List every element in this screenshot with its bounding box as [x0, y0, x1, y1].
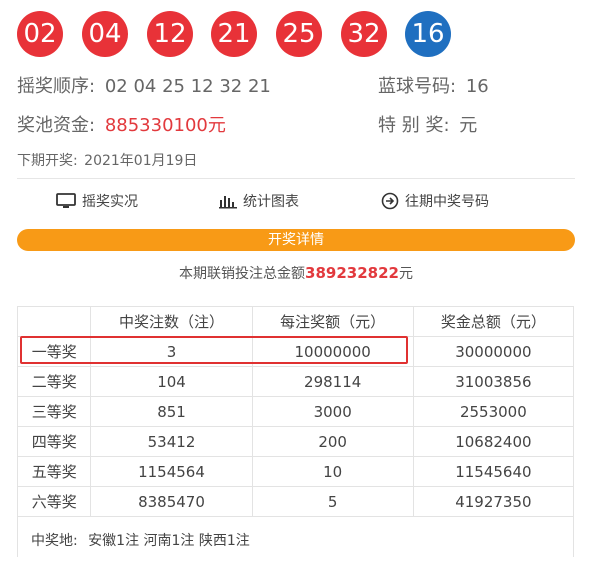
sales-label: 本期联销投注总金额 [179, 266, 306, 282]
prize-per-winner: 200 [251, 426, 414, 457]
winner-count: 104 [90, 366, 253, 397]
red-ball-2: 04 [82, 11, 128, 57]
details-button[interactable]: 开奖详情 [17, 229, 575, 251]
prize-total: 30000000 [412, 336, 575, 367]
nav-history-label: 往期中奖号码 [405, 194, 489, 210]
sales-total: 本期联销投注总金额389232822元 [0, 263, 592, 283]
winner-count: 3 [90, 336, 253, 367]
blue-ball-label: 蓝球号码: [378, 76, 457, 97]
red-ball-1: 02 [17, 11, 63, 57]
pool-amount: 885330100 [104, 115, 208, 136]
header-prize-per-winner: 每注奖额（元） [251, 306, 414, 337]
winner-count: 851 [90, 396, 253, 427]
table-header-row: 中奖注数（注） 每注奖额（元） 奖金总额（元） [16, 306, 575, 337]
table-row: 二等奖 104 298114 31003856 [16, 366, 575, 397]
prize-level: 五等奖 [16, 456, 92, 487]
prize-total: 41927350 [412, 486, 575, 517]
blue-ball: 16 [405, 11, 451, 57]
nav-live-draw[interactable]: 摇奖实况 [56, 190, 138, 212]
special-prize-value: 元 [459, 115, 478, 136]
next-draw-label: 下期开奖: [17, 153, 78, 169]
red-ball-3: 12 [147, 11, 193, 57]
special-prize-label: 特 别 奖: [378, 115, 450, 136]
header-winner-count: 中奖注数（注） [90, 306, 253, 337]
prize-per-winner: 298114 [251, 366, 414, 397]
next-draw-date: 2021年01月19日 [84, 153, 198, 169]
table-row: 四等奖 53412 200 10682400 [16, 426, 575, 457]
nav-live-label: 摇奖实况 [82, 194, 138, 210]
draw-order-value: 02 04 25 12 32 21 [104, 76, 271, 97]
winning-places: 中奖地: 安徽1注 河南1注 陕西1注 [17, 516, 574, 557]
blue-ball-value: 16 [465, 76, 489, 97]
table-row: 六等奖 8385470 5 41927350 [16, 486, 575, 517]
nav-charts-label: 统计图表 [243, 194, 299, 210]
draw-order-row: 摇奖顺序: 02 04 25 12 32 21 [17, 72, 271, 98]
prize-level: 三等奖 [16, 396, 92, 427]
table-row: 五等奖 1154564 10 11545640 [16, 456, 575, 487]
sales-unit: 元 [398, 266, 413, 282]
next-draw-row: 下期开奖: 2021年01月19日 [17, 150, 197, 170]
monitor-icon [56, 193, 76, 208]
special-prize-row: 特 别 奖: 元 [378, 111, 477, 137]
winning-places-value: 安徽1注 河南1注 陕西1注 [88, 533, 250, 549]
winning-places-label: 中奖地: [31, 533, 78, 549]
blue-ball-row: 蓝球号码: 16 [378, 72, 489, 98]
prize-total: 31003856 [412, 366, 575, 397]
header-prize-level [16, 306, 92, 337]
prize-total: 2553000 [412, 396, 575, 427]
header-prize-total: 奖金总额（元） [412, 306, 575, 337]
sales-amount: 389232822 [305, 264, 399, 282]
prize-per-winner: 3000 [251, 396, 414, 427]
divider [17, 178, 575, 179]
prize-level: 二等奖 [16, 366, 92, 397]
prize-level: 一等奖 [16, 336, 92, 367]
prize-total: 10682400 [412, 426, 575, 457]
winner-count: 53412 [90, 426, 253, 457]
prize-table: 中奖注数（注） 每注奖额（元） 奖金总额（元） 一等奖 3 10000000 3… [16, 306, 575, 517]
nav-history-numbers[interactable]: 往期中奖号码 [381, 190, 489, 212]
pool-row: 奖池资金: 885330100元 [17, 111, 226, 137]
pool-label: 奖池资金: [17, 115, 96, 136]
draw-order-label: 摇奖顺序: [17, 76, 96, 97]
prize-total: 11545640 [412, 456, 575, 487]
table-row: 一等奖 3 10000000 30000000 [16, 336, 575, 367]
prize-level: 六等奖 [16, 486, 92, 517]
bar-chart-icon [219, 196, 237, 209]
arrow-circle-icon [381, 192, 399, 210]
winner-count: 1154564 [90, 456, 253, 487]
prize-per-winner: 5 [251, 486, 414, 517]
prize-per-winner: 10 [251, 456, 414, 487]
table-row: 三等奖 851 3000 2553000 [16, 396, 575, 427]
red-ball-5: 25 [276, 11, 322, 57]
prize-per-winner: 10000000 [251, 336, 414, 367]
red-ball-4: 21 [211, 11, 257, 57]
nav-stat-charts[interactable]: 统计图表 [219, 190, 299, 212]
red-ball-6: 32 [341, 11, 387, 57]
winner-count: 8385470 [90, 486, 253, 517]
prize-level: 四等奖 [16, 426, 92, 457]
pool-unit: 元 [207, 115, 226, 136]
